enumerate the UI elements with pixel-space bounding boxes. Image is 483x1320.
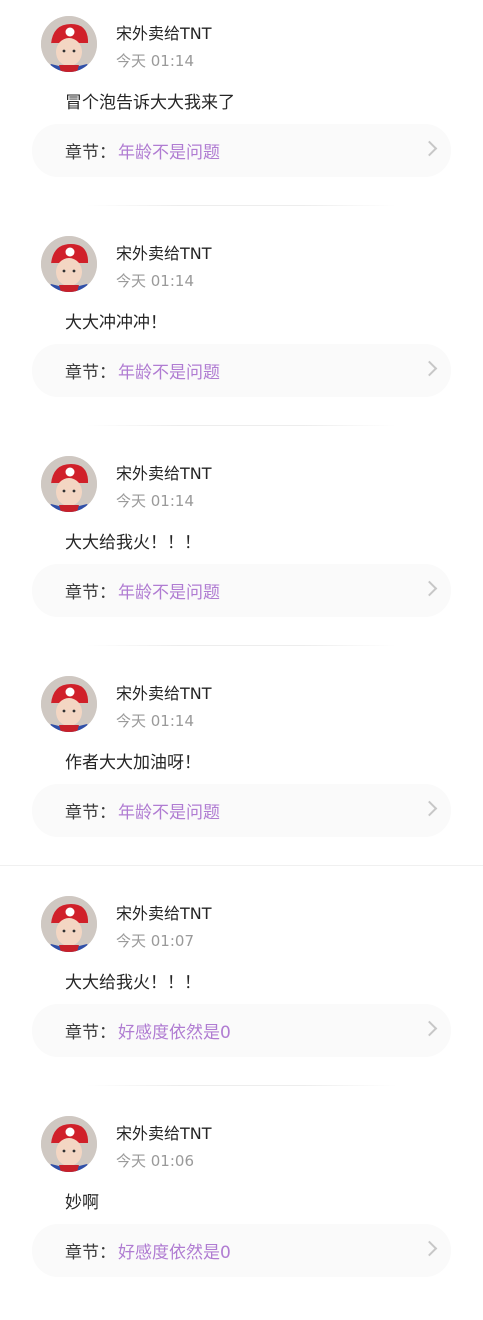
chapter-title: 年龄不是问题 <box>118 803 220 823</box>
comment-text: 作者大大加油呀！ <box>65 753 201 773</box>
chevron-right-icon <box>421 580 438 597</box>
avatar[interactable] <box>41 676 97 732</box>
divider <box>86 645 397 646</box>
chapter-prefix: 章节： <box>65 583 116 603</box>
username[interactable]: 宋外卖给TNT <box>116 460 212 484</box>
comment-text: 大大给我火！！！ <box>65 533 201 553</box>
comment-item: 宋外卖给TNT 今天 01:14 作者大大加油呀！ 章节： 年龄不是问题 <box>0 660 483 880</box>
comment-item: 宋外卖给TNT 今天 01:14 大大冲冲冲！ 章节： 年龄不是问题 <box>0 220 483 440</box>
comment-text: 冒个泡告诉大大我来了 <box>65 93 235 113</box>
chapter-prefix: 章节： <box>65 143 116 163</box>
timestamp: 今天 01:14 <box>116 52 194 70</box>
username[interactable]: 宋外卖给TNT <box>116 680 212 704</box>
chapter-title: 年龄不是问题 <box>118 363 220 383</box>
chapter-title: 年龄不是问题 <box>118 583 220 603</box>
chapter-title: 好感度依然是0 <box>118 1243 231 1263</box>
comment-item: 宋外卖给TNT 今天 01:06 妙啊 章节： 好感度依然是0 <box>0 1100 483 1320</box>
avatar[interactable] <box>41 236 97 292</box>
timestamp: 今天 01:14 <box>116 272 194 290</box>
avatar[interactable] <box>41 896 97 952</box>
chapter-prefix: 章节： <box>65 363 116 383</box>
chapter-link[interactable]: 章节： 好感度依然是0 <box>32 1004 451 1057</box>
chapter-title: 好感度依然是0 <box>118 1023 231 1043</box>
timestamp: 今天 01:14 <box>116 712 194 730</box>
chapter-link[interactable]: 章节： 年龄不是问题 <box>32 564 451 617</box>
chapter-link[interactable]: 章节： 年龄不是问题 <box>32 124 451 177</box>
chapter-link[interactable]: 章节： 年龄不是问题 <box>32 784 451 837</box>
comment-item: 宋外卖给TNT 今天 01:07 大大给我火！！！ 章节： 好感度依然是0 <box>0 880 483 1100</box>
chevron-right-icon <box>421 800 438 817</box>
comment-text: 大大给我火！！！ <box>65 973 201 993</box>
timestamp: 今天 01:07 <box>116 932 194 950</box>
username[interactable]: 宋外卖给TNT <box>116 240 212 264</box>
divider <box>86 425 397 426</box>
username[interactable]: 宋外卖给TNT <box>116 20 212 44</box>
chevron-right-icon <box>421 360 438 377</box>
avatar[interactable] <box>41 1116 97 1172</box>
chevron-right-icon <box>421 140 438 157</box>
chapter-prefix: 章节： <box>65 1023 116 1043</box>
divider <box>86 1085 397 1086</box>
chapter-link[interactable]: 章节： 年龄不是问题 <box>32 344 451 397</box>
chapter-link[interactable]: 章节： 好感度依然是0 <box>32 1224 451 1277</box>
timestamp: 今天 01:06 <box>116 1152 194 1170</box>
section-divider <box>0 865 483 866</box>
chevron-right-icon <box>421 1020 438 1037</box>
chapter-title: 年龄不是问题 <box>118 143 220 163</box>
chapter-prefix: 章节： <box>65 1243 116 1263</box>
chapter-prefix: 章节： <box>65 803 116 823</box>
comment-item: 宋外卖给TNT 今天 01:14 冒个泡告诉大大我来了 章节： 年龄不是问题 <box>0 0 483 220</box>
comment-item: 宋外卖给TNT 今天 01:14 大大给我火！！！ 章节： 年龄不是问题 <box>0 440 483 660</box>
divider <box>86 205 397 206</box>
comment-list: 宋外卖给TNT 今天 01:14 冒个泡告诉大大我来了 章节： 年龄不是问题 宋… <box>0 0 483 1320</box>
timestamp: 今天 01:14 <box>116 492 194 510</box>
username[interactable]: 宋外卖给TNT <box>116 900 212 924</box>
username[interactable]: 宋外卖给TNT <box>116 1120 212 1144</box>
comment-text: 妙啊 <box>65 1193 99 1213</box>
avatar[interactable] <box>41 16 97 72</box>
comment-text: 大大冲冲冲！ <box>65 313 167 333</box>
chevron-right-icon <box>421 1240 438 1257</box>
avatar[interactable] <box>41 456 97 512</box>
